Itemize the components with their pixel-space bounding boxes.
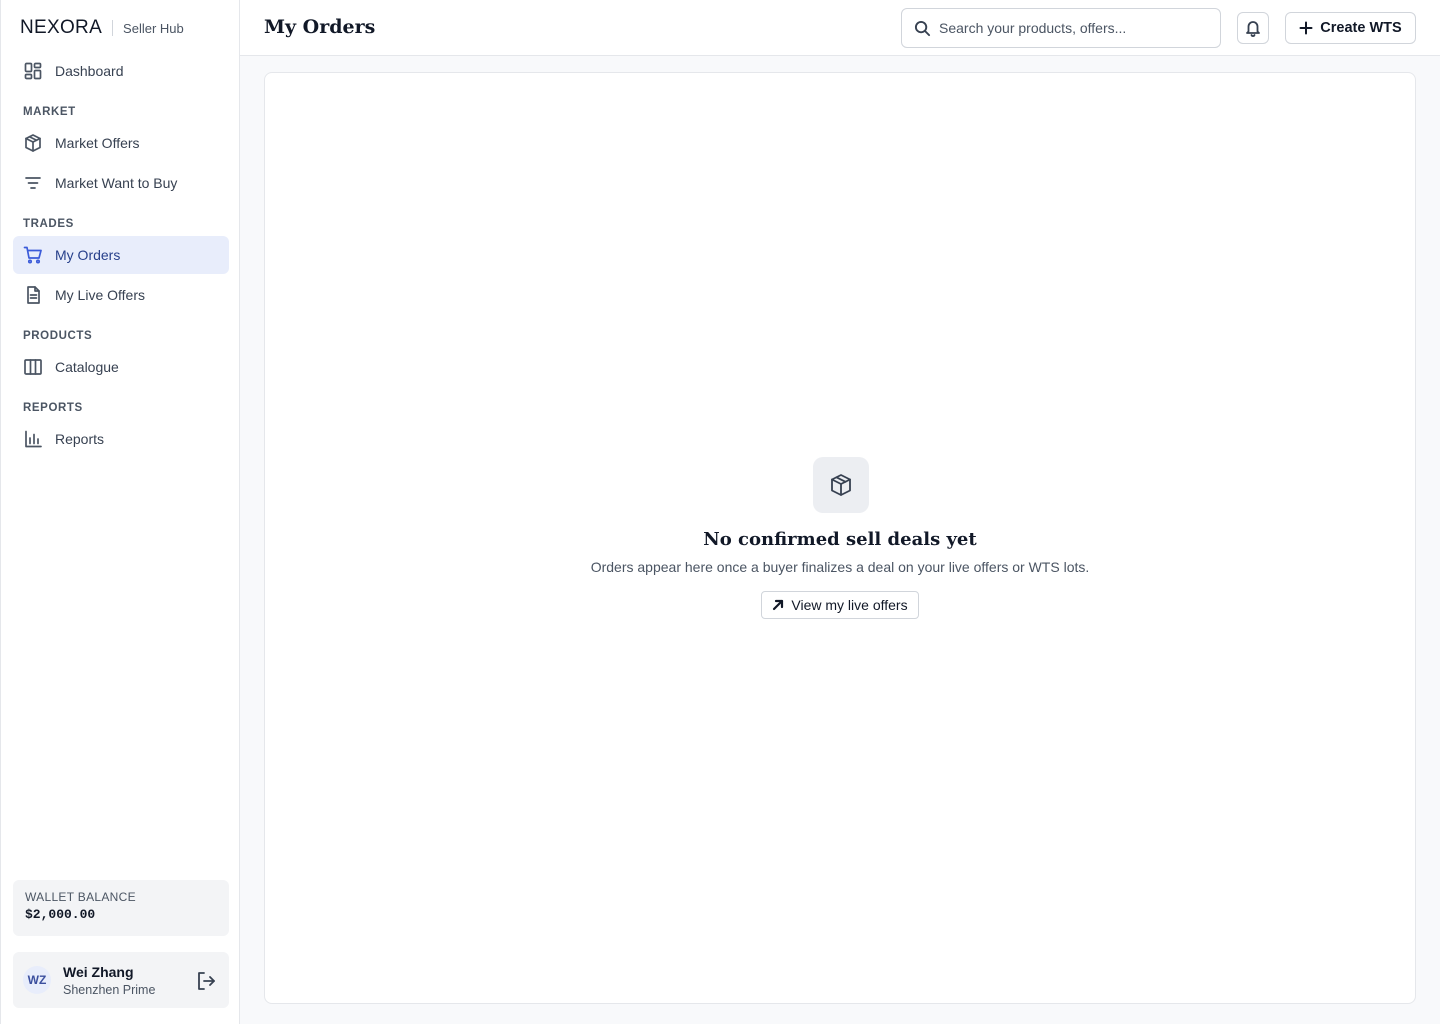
bell-icon xyxy=(1246,21,1260,37)
search-input[interactable] xyxy=(939,20,1209,36)
sidebar-item-my-orders[interactable]: My Orders xyxy=(13,236,229,274)
brand[interactable]: NEXORA Seller Hub xyxy=(20,17,184,39)
sidebar-item-catalogue[interactable]: Catalogue xyxy=(13,348,229,386)
dashboard-icon xyxy=(23,61,43,81)
document-icon xyxy=(23,285,43,305)
page-title: My Orders xyxy=(264,16,376,38)
section-label-market: MARKET xyxy=(23,106,76,118)
sidebar: NEXORA Seller Hub Dashboard MARKET Marke… xyxy=(0,0,240,1024)
sidebar-item-market-want-to-buy[interactable]: Market Want to Buy xyxy=(13,164,229,202)
box-icon xyxy=(23,133,43,153)
sidebar-item-label: Dashboard xyxy=(55,63,124,79)
user-info: Wei Zhang Shenzhen Prime xyxy=(63,964,155,997)
section-label-products: PRODUCTS xyxy=(23,330,93,342)
notifications-button[interactable] xyxy=(1237,12,1269,44)
view-live-offers-button[interactable]: View my live offers xyxy=(761,591,919,619)
user-name: Wei Zhang xyxy=(63,963,134,980)
avatar: WZ xyxy=(23,966,51,994)
create-wts-button[interactable]: Create WTS xyxy=(1285,12,1416,44)
sidebar-item-label: Reports xyxy=(55,431,105,447)
wallet-label: WALLET BALANCE xyxy=(25,890,136,904)
wallet-amount: $2,000.00 xyxy=(25,907,96,922)
empty-state-title: No confirmed sell deals yet xyxy=(703,529,977,550)
sidebar-item-my-live-offers[interactable]: My Live Offers xyxy=(13,276,229,314)
empty-state-box-icon xyxy=(813,457,869,513)
search-box[interactable] xyxy=(901,8,1221,48)
columns-icon xyxy=(23,357,43,377)
wallet-balance: WALLET BALANCE $2,000.00 xyxy=(13,880,229,936)
logout-icon xyxy=(198,972,215,990)
section-label-reports: REPORTS xyxy=(23,402,83,414)
sidebar-item-dashboard[interactable]: Dashboard xyxy=(13,52,229,90)
brand-logo: NEXORA xyxy=(20,17,103,38)
user-card: WZ Wei Zhang Shenzhen Prime xyxy=(13,952,229,1008)
user-org: Shenzhen Prime xyxy=(63,982,156,997)
filter-icon xyxy=(23,173,43,193)
plus-icon xyxy=(1299,21,1313,35)
sidebar-item-market-offers[interactable]: Market Offers xyxy=(13,124,229,162)
create-wts-label: Create WTS xyxy=(1320,20,1402,36)
view-live-offers-label: View my live offers xyxy=(791,597,908,613)
sidebar-item-label: My Live Offers xyxy=(55,287,145,303)
bar-chart-icon xyxy=(23,429,43,449)
empty-state-description: Orders appear here once a buyer finalize… xyxy=(590,559,1090,575)
logout-button[interactable] xyxy=(195,970,217,992)
section-label-trades: TRADES xyxy=(23,218,74,230)
cart-icon xyxy=(23,245,43,265)
top-header: My Orders Create WTS xyxy=(240,0,1440,56)
brand-divider xyxy=(112,20,114,36)
orders-panel: No confirmed sell deals yet Orders appea… xyxy=(264,72,1416,1004)
search-icon xyxy=(914,20,931,36)
brand-subtitle: Seller Hub xyxy=(123,20,184,36)
sidebar-item-label: Catalogue xyxy=(55,359,119,375)
arrow-up-right-icon xyxy=(773,599,784,611)
sidebar-item-label: Market Offers xyxy=(55,135,140,151)
sidebar-item-reports[interactable]: Reports xyxy=(13,420,229,458)
sidebar-item-label: Market Want to Buy xyxy=(55,175,178,191)
sidebar-item-label: My Orders xyxy=(55,247,121,263)
